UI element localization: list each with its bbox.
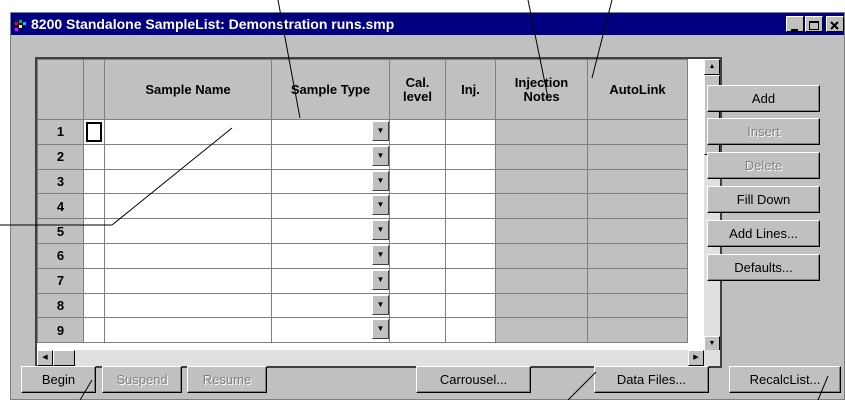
callout-line bbox=[111, 127, 233, 226]
callout-line bbox=[527, 0, 549, 99]
callout-line bbox=[79, 379, 93, 400]
callout-line bbox=[567, 371, 597, 400]
callout-line bbox=[277, 0, 301, 119]
callout-line bbox=[591, 0, 613, 79]
callout-lines bbox=[0, 0, 829, 400]
callout-line bbox=[817, 375, 829, 400]
